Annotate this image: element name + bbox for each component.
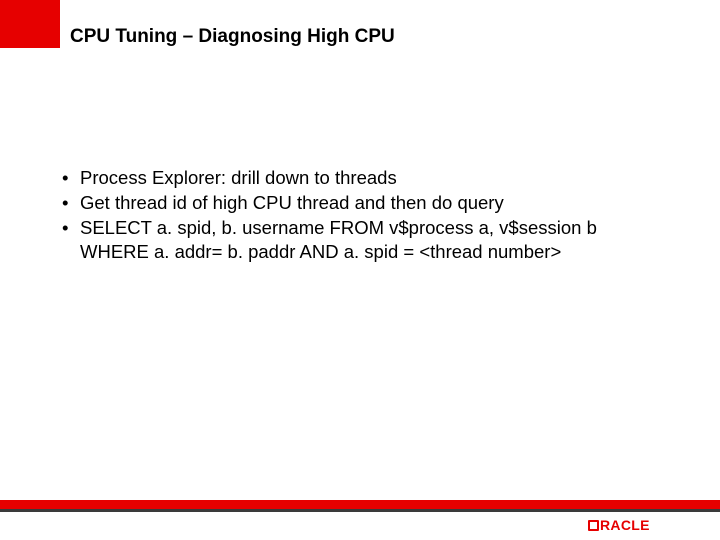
slide-content: Process Explorer: drill down to threads … [62, 166, 660, 265]
logo-label: RACLE [600, 517, 650, 533]
logo-text: RACLE [588, 517, 650, 533]
oracle-logo: RACLE [588, 517, 688, 533]
list-item: SELECT a. spid, b. username FROM v$proce… [62, 216, 660, 264]
corner-accent [0, 0, 60, 48]
slide-title: CPU Tuning – Diagnosing High CPU [70, 26, 395, 48]
footer-dark-stripe [0, 509, 720, 512]
logo-o-icon [588, 520, 599, 531]
footer-red-stripe [0, 500, 720, 509]
list-item: Process Explorer: drill down to threads [62, 166, 660, 190]
list-item: Get thread id of high CPU thread and the… [62, 191, 660, 215]
slide: CPU Tuning – Diagnosing High CPU Process… [0, 0, 720, 540]
footer-bar [0, 500, 720, 512]
bullet-list: Process Explorer: drill down to threads … [62, 166, 660, 264]
